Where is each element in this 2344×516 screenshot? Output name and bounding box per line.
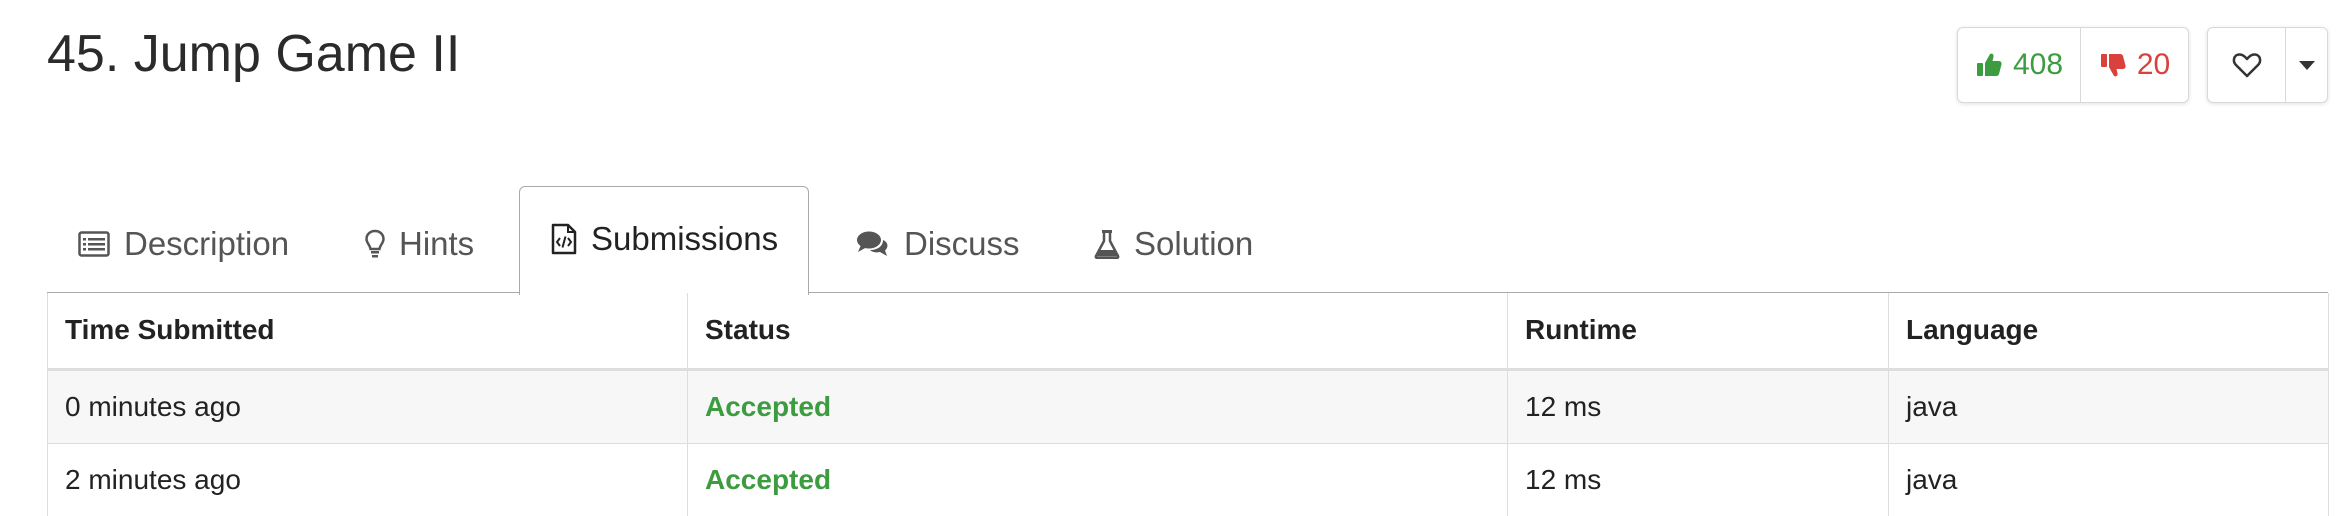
list-icon: [78, 230, 110, 257]
language-cell: java: [1888, 369, 2329, 444]
tab-hints[interactable]: Hints: [365, 186, 474, 293]
page-title: 45. Jump Game II: [47, 25, 461, 83]
table-row: 0 minutes ago Accepted 12 ms java: [47, 369, 2329, 444]
favorite-button[interactable]: [2208, 28, 2286, 102]
caret-down-icon: [2298, 60, 2315, 70]
like-button[interactable]: 408: [1958, 28, 2081, 102]
col-status[interactable]: Status: [687, 293, 1508, 371]
status-link[interactable]: Accepted: [687, 369, 1508, 444]
like-count: 408: [2012, 48, 2064, 81]
tab-discuss-label: Discuss: [904, 224, 1020, 262]
lightbulb-icon: [365, 229, 385, 257]
thumbs-up-icon: [1976, 53, 2002, 76]
vote-group: 408 20: [1957, 27, 2189, 103]
comments-icon: [857, 231, 888, 256]
col-language[interactable]: Language: [1888, 293, 2329, 371]
heart-outline-icon: [2232, 53, 2261, 78]
tab-discuss[interactable]: Discuss: [856, 186, 1020, 293]
favorite-dropdown-button[interactable]: [2286, 28, 2327, 102]
dislike-count: 20: [2136, 48, 2171, 81]
thumbs-down-icon: [2100, 54, 2126, 77]
tab-solution[interactable]: Solution: [1094, 186, 1253, 293]
col-runtime[interactable]: Runtime: [1507, 293, 1889, 371]
tab-bar: Description Hints Submissions Discuss So…: [47, 186, 2328, 295]
time-submitted-cell: 0 minutes ago: [47, 369, 688, 444]
runtime-cell: 12 ms: [1507, 443, 1889, 516]
tab-description-label: Description: [124, 224, 290, 262]
status-link[interactable]: Accepted: [687, 443, 1508, 516]
table-header-row: Time Submitted Status Runtime Language: [47, 293, 2329, 371]
tab-description[interactable]: Description: [78, 186, 289, 293]
favorite-group: [2207, 27, 2328, 103]
submissions-table: Time Submitted Status Runtime Language 0…: [47, 293, 2329, 516]
dislike-button[interactable]: 20: [2081, 28, 2188, 102]
tab-hints-label: Hints: [399, 224, 475, 262]
tab-solution-label: Solution: [1134, 224, 1254, 262]
table-row: 2 minutes ago Accepted 12 ms java: [47, 443, 2329, 516]
time-submitted-cell: 2 minutes ago: [47, 443, 688, 516]
tab-submissions[interactable]: Submissions: [519, 186, 810, 295]
flask-icon: [1094, 229, 1120, 259]
tab-submissions-label: Submissions: [591, 220, 779, 257]
col-time-submitted[interactable]: Time Submitted: [47, 293, 688, 371]
language-cell: java: [1888, 443, 2329, 516]
runtime-cell: 12 ms: [1507, 369, 1889, 444]
code-file-icon: [551, 223, 577, 255]
